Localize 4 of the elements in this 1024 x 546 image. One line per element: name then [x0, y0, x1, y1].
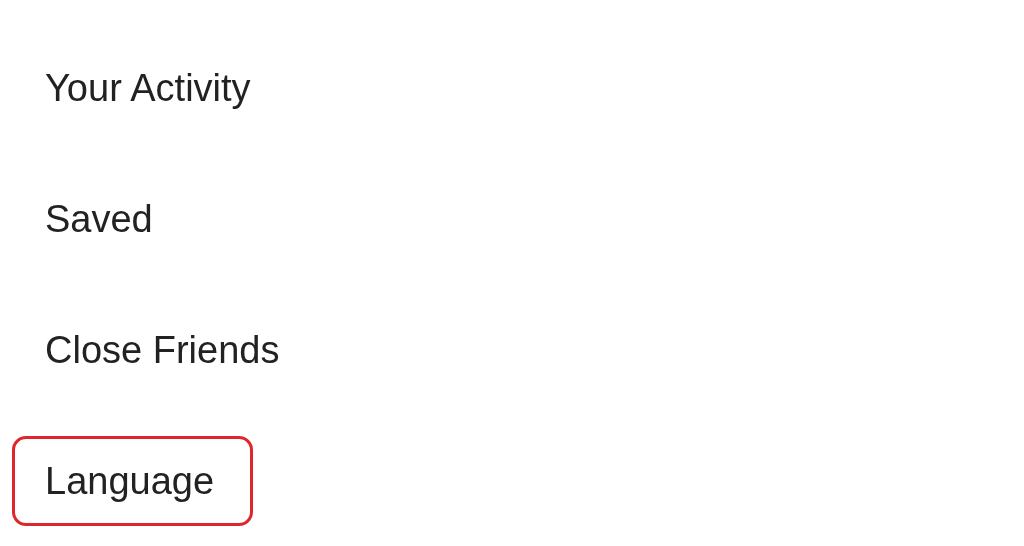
menu-item[interactable]: Language [12, 435, 254, 526]
menu-item[interactable]: Close Friends [12, 304, 319, 395]
menu-item[interactable]: Saved [12, 174, 192, 265]
menu-item[interactable]: Your Activity [12, 43, 290, 134]
